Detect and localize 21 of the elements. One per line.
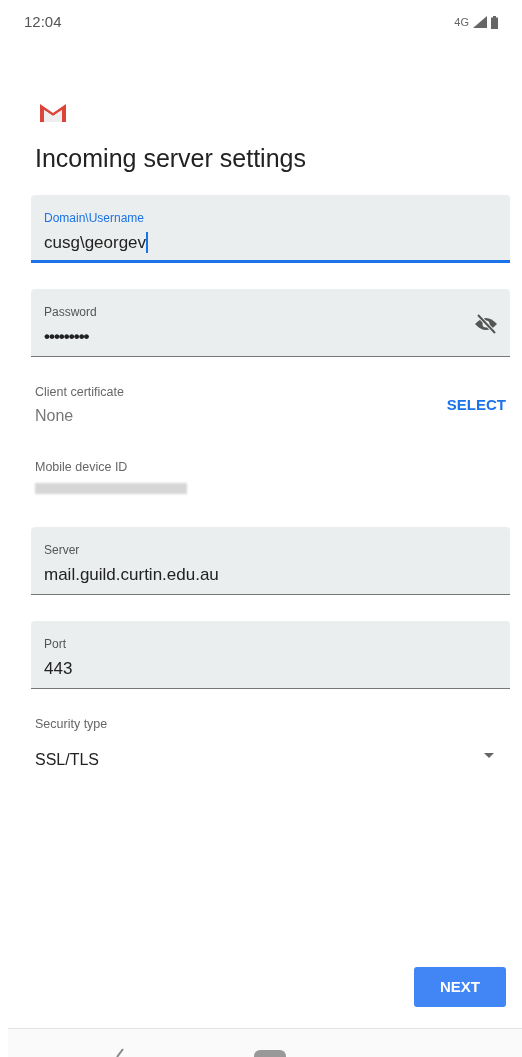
next-button[interactable]: NEXT (414, 967, 506, 1007)
status-time: 12:04 (24, 11, 62, 32)
envelope-logo-icon (40, 103, 66, 122)
dropdown-value[interactable]: SSL/TLS (35, 747, 108, 772)
input-field[interactable]: Port 443 (31, 621, 510, 689)
field-value: None (35, 406, 75, 427)
field-label: Client certificate (35, 383, 124, 401)
battery-icon (491, 15, 498, 29)
back-icon[interactable] (116, 1048, 124, 1057)
dropdown-arrow-icon[interactable] (484, 752, 494, 758)
home-icon[interactable] (254, 1050, 286, 1057)
network-label: 4G (454, 14, 469, 30)
field-label: Mobile device ID (35, 459, 129, 477)
page-title: Incoming server settings (34, 143, 307, 174)
password-field[interactable]: Password ••••••••• (31, 288, 510, 357)
input-field[interactable]: Domain\Username cusg\georgev (31, 194, 510, 263)
field-label: Security type (35, 716, 108, 733)
input-field[interactable]: Server mail.guild.curtin.edu.au (31, 527, 510, 595)
visibility-off-icon[interactable] (474, 313, 498, 334)
signal-icon (473, 16, 487, 28)
select-button[interactable]: SELECT (446, 394, 506, 417)
